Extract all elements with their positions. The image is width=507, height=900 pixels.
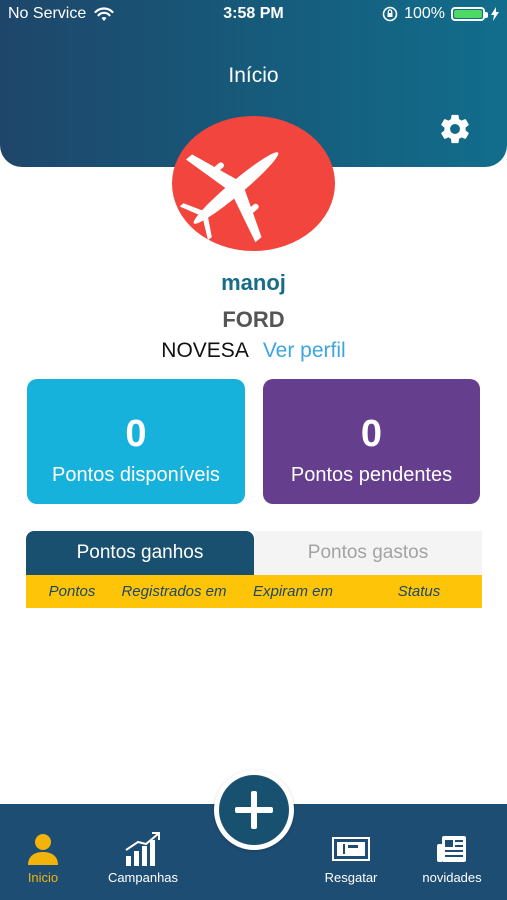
battery-fill — [454, 10, 482, 18]
available-points-label: Pontos disponíveis — [52, 464, 220, 486]
user-name: manoj — [221, 270, 286, 295]
pending-points-value: 0 — [360, 413, 383, 455]
column-header-expiram: Expiram em — [252, 583, 334, 600]
avatar[interactable] — [172, 116, 335, 251]
nav-label-resgatar: Resgatar — [324, 870, 378, 885]
settings-gear-icon[interactable] — [438, 112, 472, 146]
orientation-lock-icon — [382, 6, 398, 22]
add-button[interactable] — [219, 775, 289, 845]
nav-novidades[interactable]: novidades — [407, 832, 497, 885]
points-table-header: Pontos Registrados em Expiram em Status — [26, 575, 482, 608]
battery-icon — [451, 7, 488, 21]
airplane-icon — [179, 152, 279, 243]
fab-container — [214, 770, 294, 850]
nav-label-novidades: novidades — [422, 870, 482, 885]
pending-points-card[interactable]: 0 Pontos pendentes — [263, 379, 480, 504]
news-icon — [437, 836, 466, 862]
points-tabs: Pontos ganhos Pontos gastos — [26, 531, 482, 575]
view-profile-link[interactable]: Ver perfil — [263, 339, 346, 363]
available-points-value: 0 — [125, 413, 147, 455]
tab-pontos-gastos[interactable]: Pontos gastos — [254, 531, 482, 575]
column-header-status: Status — [397, 583, 441, 600]
user-icon — [28, 834, 58, 865]
voucher-icon — [332, 837, 370, 861]
battery-percent: 100% — [404, 5, 445, 22]
profile-row: NOVESA Ver perfil — [0, 339, 507, 363]
available-points-card[interactable]: 0 Pontos disponíveis — [27, 379, 245, 504]
pending-points-label: Pontos pendentes — [290, 464, 453, 486]
plus-icon — [235, 791, 273, 829]
nav-label-inicio: Inicio — [27, 870, 59, 885]
status-bar: No Service 3:58 PM 100% — [0, 0, 507, 28]
column-header-registrados: Registrados em — [121, 583, 227, 600]
nav-resgatar[interactable]: Resgatar — [306, 832, 396, 885]
tab-pontos-ganhos[interactable]: Pontos ganhos — [26, 531, 254, 575]
nav-label-campanhas: Campanhas — [107, 870, 179, 885]
chart-icon — [125, 832, 160, 866]
nav-campanhas[interactable]: Campanhas — [98, 832, 188, 885]
charging-bolt-icon — [491, 7, 499, 21]
column-header-pontos: Pontos — [48, 583, 96, 600]
nav-inicio[interactable]: Inicio — [0, 832, 88, 885]
company-name: FORD — [222, 307, 285, 332]
dealer-name: NOVESA — [161, 339, 249, 362]
page-title: Início — [228, 64, 279, 87]
